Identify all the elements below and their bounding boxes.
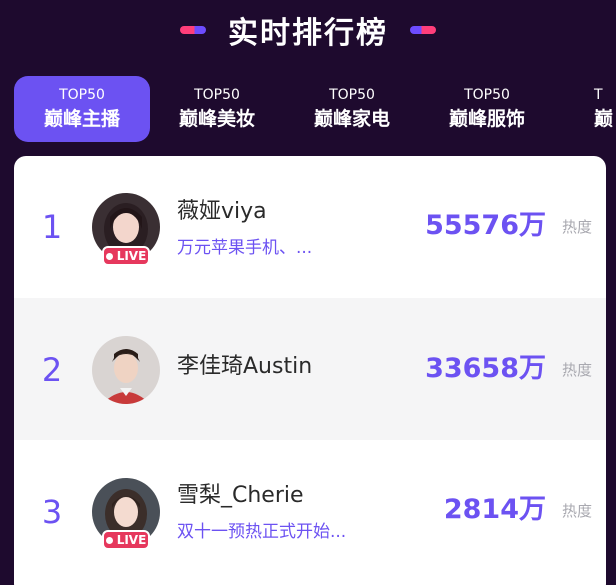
- anchor-name: 雪梨_Cherie: [177, 483, 304, 508]
- left-decoration-dash: [180, 26, 206, 34]
- tab-top-label: TOP50: [194, 87, 240, 103]
- anchor-subtitle[interactable]: 双十一预热正式开始...: [177, 520, 346, 544]
- live-dot-icon: [105, 536, 113, 544]
- heat-score: 2814万: [443, 494, 546, 525]
- ranking-list: 1 LIVE 薇娅viya 万元苹果手机、... 55576万 热度 2 李佳琦…: [14, 156, 606, 585]
- tab-top-beauty[interactable]: TOP50 巅峰美妆: [149, 76, 285, 142]
- avatar[interactable]: [92, 336, 160, 404]
- tab-label: 巅峰家电: [313, 108, 390, 130]
- right-decoration-dash: [410, 26, 436, 34]
- category-tabs: TOP50 巅峰主播 TOP50 巅峰美妆 TOP50 巅峰家电 TOP50 巅…: [0, 76, 616, 144]
- live-badge: LIVE: [102, 530, 150, 550]
- tab-top-apparel[interactable]: TOP50 巅峰服饰: [419, 76, 555, 142]
- tab-label: 巅峰美妆: [178, 108, 255, 130]
- page-title: 实时排行榜: [228, 16, 388, 51]
- rank-number: 1: [41, 208, 63, 246]
- tab-top-appliances[interactable]: TOP50 巅峰家电: [284, 76, 420, 142]
- tab-top-label: TOP50: [464, 87, 510, 103]
- tab-partial-next[interactable]: T 巅: [554, 76, 616, 142]
- heat-label: 热度: [561, 361, 592, 379]
- ranking-row[interactable]: 2 李佳琦Austin 33658万 热度: [14, 298, 606, 440]
- tab-top-label: TOP50: [59, 87, 105, 103]
- ranking-row[interactable]: 1 LIVE 薇娅viya 万元苹果手机、... 55576万 热度: [14, 156, 606, 298]
- heat-score: 55576万: [425, 210, 546, 241]
- live-dot-icon: [105, 252, 113, 260]
- live-label: LIVE: [116, 533, 147, 547]
- tab-label: 巅: [594, 108, 614, 130]
- live-label: LIVE: [116, 249, 147, 263]
- anchor-name: 薇娅viya: [177, 199, 267, 224]
- heat-label: 热度: [561, 502, 592, 520]
- header: 实时排行榜: [0, 0, 616, 60]
- tab-top-label: T: [594, 87, 603, 103]
- ranking-row[interactable]: 3 LIVE 雪梨_Cherie 双十一预热正式开始... 2814万 热度: [14, 440, 606, 582]
- tab-top-anchors[interactable]: TOP50 巅峰主播: [14, 76, 150, 142]
- rank-number: 3: [41, 493, 63, 531]
- live-badge: LIVE: [102, 246, 150, 266]
- rank-number: 2: [41, 351, 63, 389]
- heat-label: 热度: [561, 218, 592, 236]
- tab-label: 巅峰服饰: [448, 108, 525, 130]
- anchor-name: 李佳琦Austin: [177, 354, 313, 379]
- anchor-subtitle[interactable]: 万元苹果手机、...: [177, 236, 312, 260]
- tab-top-label: TOP50: [329, 87, 375, 103]
- tab-label: 巅峰主播: [43, 108, 120, 130]
- avatar-image: [92, 336, 160, 404]
- heat-score: 33658万: [425, 353, 546, 384]
